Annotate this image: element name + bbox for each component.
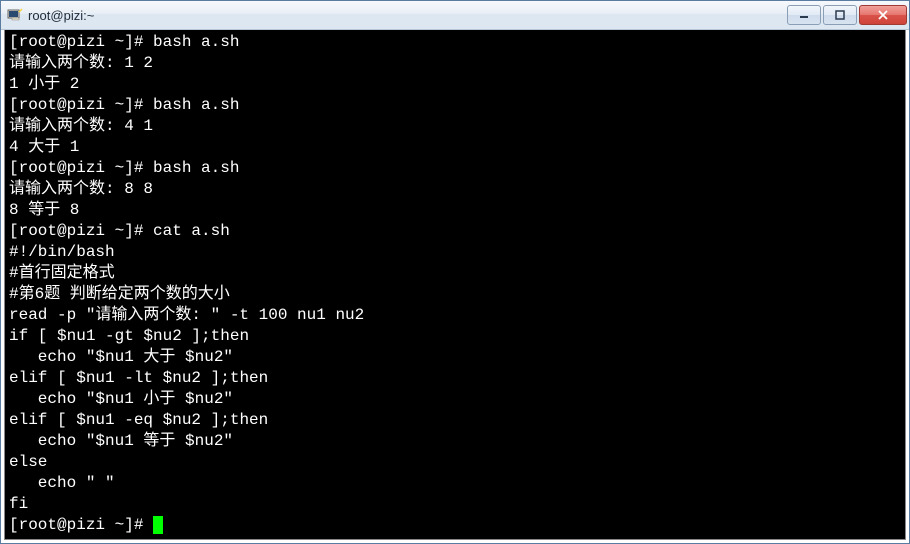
command-text: bash a.sh (143, 96, 239, 114)
command-text: bash a.sh (143, 159, 239, 177)
maximize-button[interactable] (823, 5, 857, 25)
prompt: [root@pizi ~]# (9, 96, 143, 114)
output-line: read -p "请输入两个数: " -t 100 nu1 nu2 (9, 306, 364, 324)
terminal-body[interactable]: [root@pizi ~]# bash a.sh 请输入两个数: 1 2 1 小… (4, 30, 906, 540)
prompt: [root@pizi ~]# (9, 159, 143, 177)
output-line: echo " " (9, 474, 115, 492)
minimize-button[interactable] (787, 5, 821, 25)
output-line: elif [ $nu1 -eq $nu2 ];then (9, 411, 268, 429)
output-line: 请输入两个数: 1 2 (9, 54, 153, 72)
output-line: 8 等于 8 (9, 201, 79, 219)
close-button[interactable] (859, 5, 907, 25)
prompt: [root@pizi ~]# (9, 516, 143, 534)
cursor-block (153, 516, 163, 534)
output-line: 请输入两个数: 8 8 (9, 180, 153, 198)
command-text: bash a.sh (143, 33, 239, 51)
output-line (143, 516, 153, 534)
output-line: echo "$nu1 等于 $nu2" (9, 432, 233, 450)
output-line: 4 大于 1 (9, 138, 79, 156)
window-title: root@pizi:~ (28, 8, 785, 23)
window-controls (785, 5, 907, 25)
output-line: fi (9, 495, 28, 513)
output-line: #!/bin/bash (9, 243, 115, 261)
putty-icon (7, 7, 23, 23)
output-line: #第6题 判断给定两个数的大小 (9, 285, 230, 303)
terminal-window: root@pizi:~ [root@pizi ~]# bash a.sh 请输入… (0, 0, 910, 544)
output-line: 请输入两个数: 4 1 (9, 117, 153, 135)
output-line: else (9, 453, 47, 471)
output-line: 1 小于 2 (9, 75, 79, 93)
output-line: #首行固定格式 (9, 264, 115, 282)
prompt: [root@pizi ~]# (9, 222, 143, 240)
prompt: [root@pizi ~]# (9, 33, 143, 51)
output-line: if [ $nu1 -gt $nu2 ];then (9, 327, 249, 345)
output-line: echo "$nu1 小于 $nu2" (9, 390, 233, 408)
output-line: elif [ $nu1 -lt $nu2 ];then (9, 369, 268, 387)
output-line: echo "$nu1 大于 $nu2" (9, 348, 233, 366)
command-text: cat a.sh (143, 222, 229, 240)
titlebar[interactable]: root@pizi:~ (1, 1, 909, 30)
